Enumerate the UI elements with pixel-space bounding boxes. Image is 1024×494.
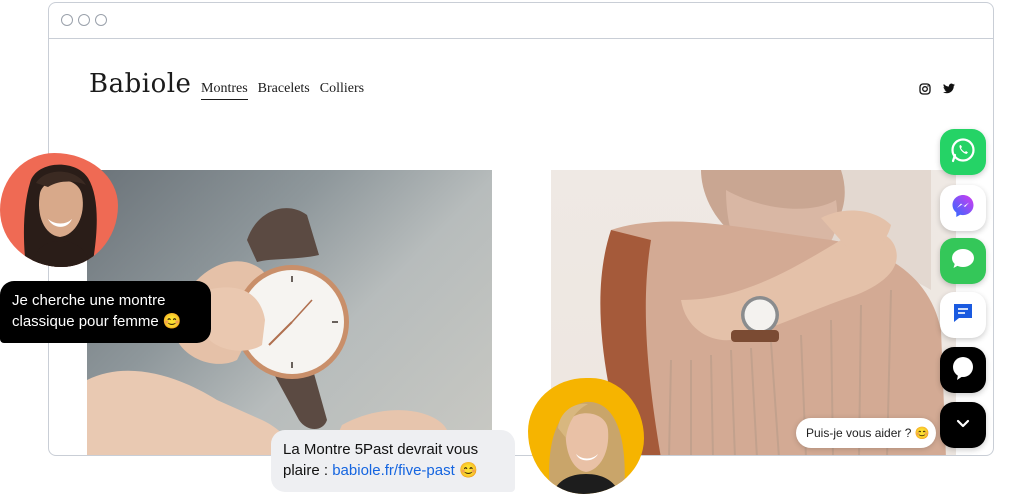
customer-avatar [0, 153, 118, 267]
social-links [919, 83, 955, 95]
livechat-button[interactable] [940, 347, 986, 393]
smile-emoji-icon: 😊 [162, 313, 182, 330]
smile-emoji-icon: 😊 [914, 426, 930, 440]
customer-message-line-2: classique pour femme [12, 313, 159, 330]
agent-message-line-1: La Montre 5Past devrait vous [283, 441, 479, 458]
chat-icon [950, 300, 976, 331]
chevron-down-icon [955, 415, 971, 436]
window-close-dot[interactable] [61, 14, 73, 26]
help-prompt[interactable]: Puis-je vous aider ? 😊 [796, 418, 936, 448]
collapse-button[interactable] [940, 402, 986, 448]
browser-chrome [49, 3, 993, 39]
customer-message-bubble: Je cherche une montre classique pour fem… [0, 281, 211, 343]
whatsapp-icon [949, 136, 977, 169]
imessage-button[interactable] [940, 238, 986, 284]
agent-message-prefix: plaire : [283, 462, 333, 479]
agent-message-bubble: La Montre 5Past devrait vous plaire : ba… [271, 430, 515, 492]
window-minimize-dot[interactable] [78, 14, 90, 26]
help-prompt-text: Puis-je vous aider ? [806, 426, 912, 440]
site-logo[interactable]: Babiole [89, 69, 191, 99]
nav-item-bracelets[interactable]: Bracelets [258, 81, 310, 100]
browser-window: Babiole Montres Bracelets Colliers [48, 2, 994, 456]
smile-emoji-icon: 😊 [458, 462, 478, 479]
chat-button[interactable] [940, 292, 986, 338]
messenger-button[interactable] [940, 185, 986, 231]
nav-item-montres[interactable]: Montres [201, 81, 248, 100]
window-maximize-dot[interactable] [95, 14, 107, 26]
instagram-icon[interactable] [919, 83, 931, 95]
nav-item-colliers[interactable]: Colliers [320, 81, 364, 100]
messenger-icon [949, 192, 977, 225]
twitter-icon[interactable] [943, 83, 955, 95]
product-link[interactable]: babiole.fr/five-past [332, 462, 455, 479]
main-nav: Montres Bracelets Colliers [201, 81, 364, 100]
livechat-icon [949, 354, 977, 387]
agent-avatar [528, 378, 644, 494]
whatsapp-button[interactable] [940, 129, 986, 175]
customer-message-line-1: Je cherche une montre [12, 292, 166, 309]
imessage-icon [949, 245, 977, 278]
